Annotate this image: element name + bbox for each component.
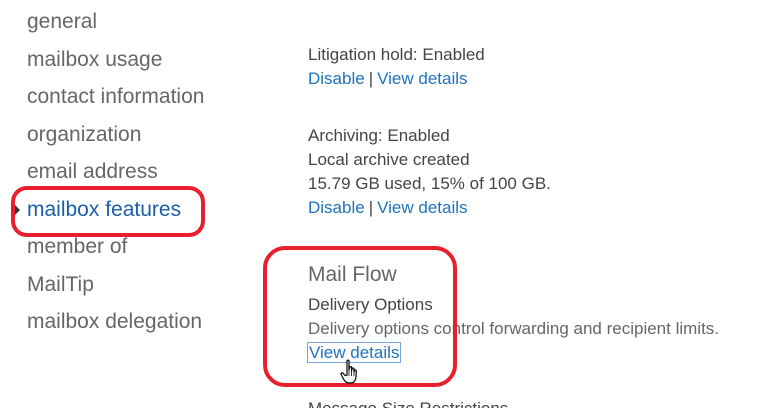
archiving-disable-link[interactable]: Disable [308, 198, 365, 217]
mailbox-properties-page: general mailbox usage contact informatio… [0, 0, 770, 408]
litigation-view-details-link[interactable]: View details [377, 69, 467, 88]
message-size-restrictions-heading: Message Size Restrictions [308, 398, 508, 408]
link-separator: | [368, 69, 374, 88]
nav-item-mailbox-usage[interactable]: mailbox usage [27, 47, 162, 73]
archiving-actions: Disable | View details [308, 197, 468, 219]
litigation-disable-link[interactable]: Disable [308, 69, 365, 88]
nav-item-mailbox-delegation[interactable]: mailbox delegation [27, 309, 202, 335]
nav-item-member-of[interactable]: member of [27, 234, 127, 260]
nav-item-contact-information[interactable]: contact information [27, 84, 204, 110]
archiving-status: Archiving: Enabled [308, 126, 450, 145]
litigation-hold-status: Litigation hold: Enabled [308, 45, 485, 64]
nav-item-mailbox-features-label: mailbox features [27, 198, 182, 221]
delivery-options-heading: Delivery Options [308, 295, 433, 314]
nav-item-email-address[interactable]: email address [27, 159, 158, 185]
archiving-view-details-link[interactable]: View details [377, 198, 467, 217]
link-separator: | [368, 198, 374, 217]
nav-item-mailtip[interactable]: MailTip [27, 272, 94, 298]
nav-item-organization[interactable]: organization [27, 122, 141, 148]
archiving-usage: 15.79 GB used, 15% of 100 GB. [308, 174, 551, 193]
delivery-options-description: Delivery options control forwarding and … [308, 319, 720, 338]
mail-flow-heading: Mail Flow [308, 263, 397, 286]
nav-item-mailbox-features[interactable]: mailbox features [15, 197, 182, 223]
litigation-hold-actions: Disable | View details [308, 68, 468, 90]
archiving-local-archive: Local archive created [308, 150, 470, 169]
nav-item-general[interactable]: general [27, 9, 97, 35]
selected-arrow-icon [15, 205, 20, 215]
hand-cursor-icon [340, 359, 357, 384]
